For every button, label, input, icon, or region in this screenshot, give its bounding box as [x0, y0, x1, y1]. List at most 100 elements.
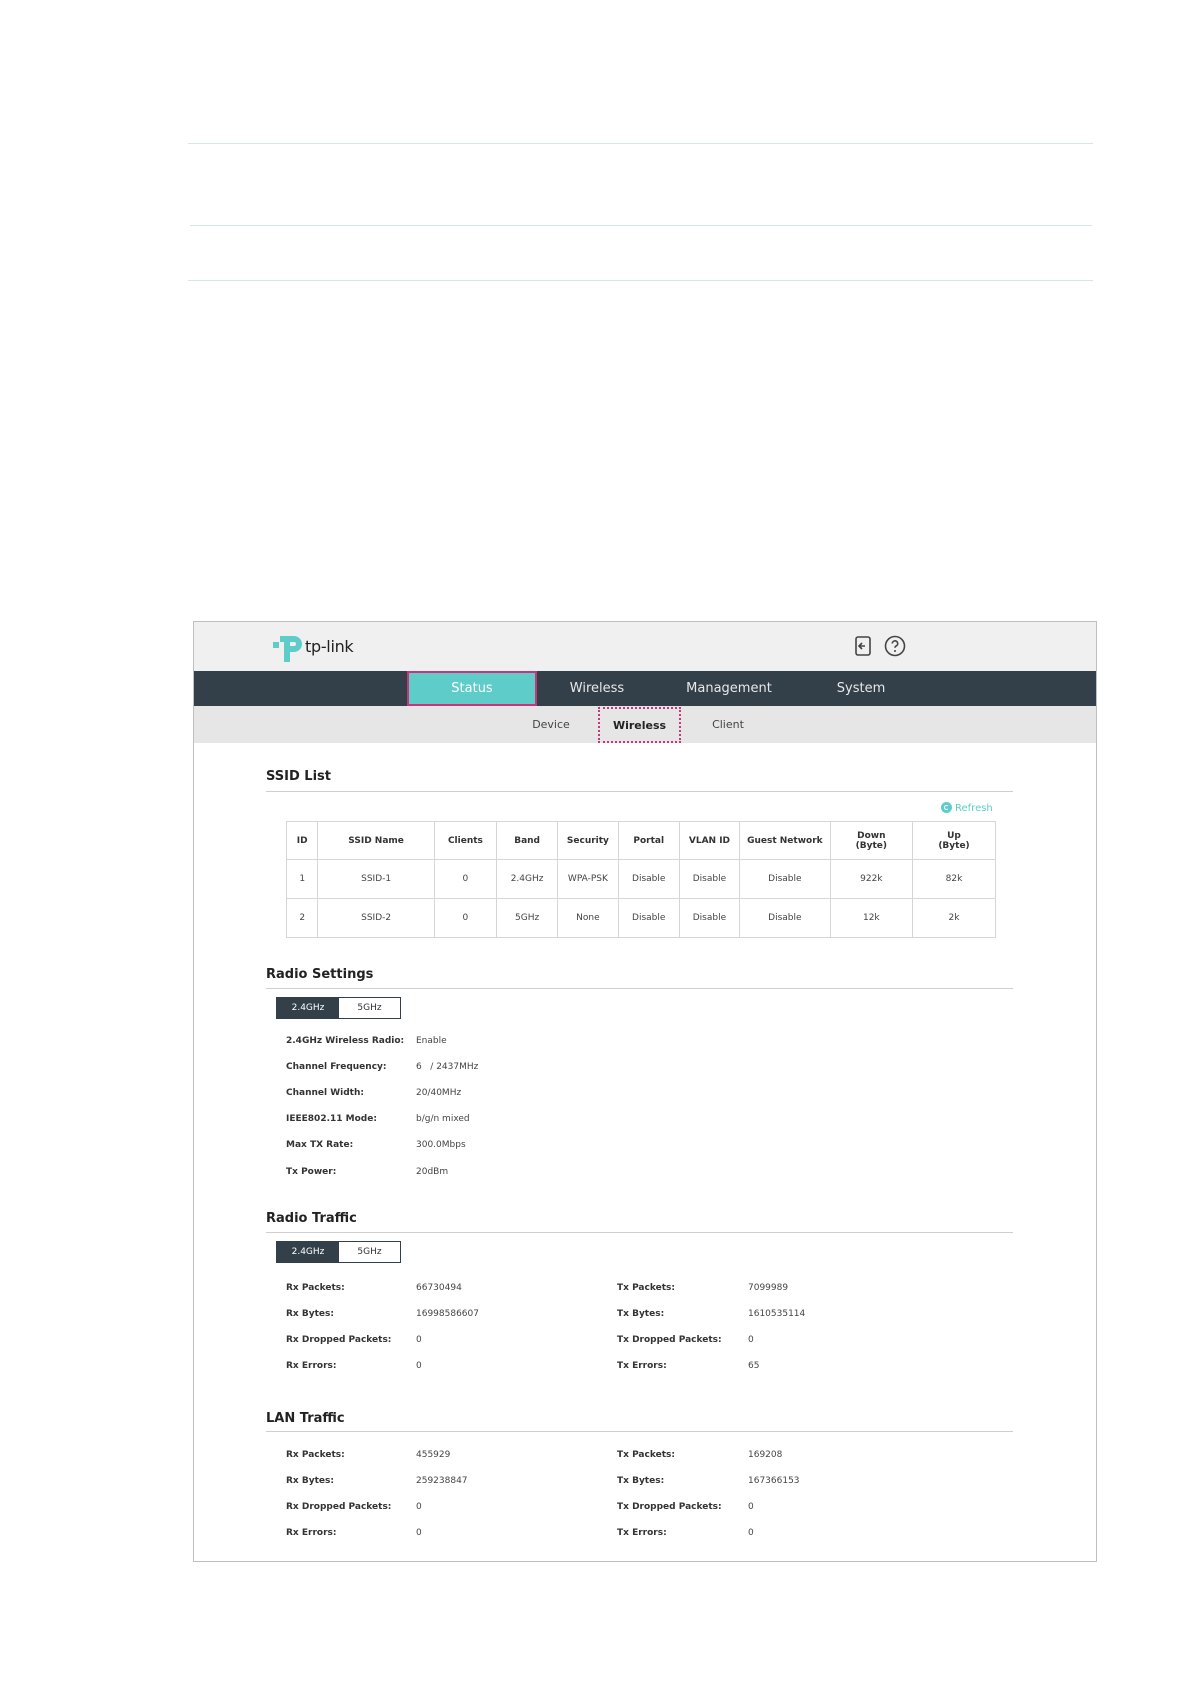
radio-traffic-band-tabs: 2.4GHz 5GHz: [276, 1241, 401, 1263]
column-header: SSID Name: [317, 821, 435, 860]
table-cell: None: [557, 898, 619, 938]
table-cell: 0: [433, 898, 498, 938]
field-value: Enable: [416, 1036, 447, 1046]
radio-settings-band-tabs: 2.4GHz 5GHz: [276, 997, 401, 1019]
table-cell: 2k: [911, 898, 997, 938]
field-value: b/g/n mixed: [416, 1114, 470, 1124]
field-label: Channel Frequency:: [286, 1062, 387, 1072]
table-header-row: ID SSID Name Clients Band Security Porta…: [285, 821, 997, 860]
tx-label: Tx Dropped Packets:: [617, 1502, 722, 1512]
radio-settings-title: Radio Settings: [266, 967, 374, 982]
tx-label: Tx Bytes:: [617, 1476, 665, 1486]
table-cell: SSID-2: [317, 898, 435, 938]
table-cell: 82k: [911, 859, 997, 899]
main-nav: Status Wireless Management System: [194, 671, 1096, 706]
band-tab-5ghz[interactable]: 5GHz: [339, 998, 400, 1018]
section-divider: [266, 791, 1013, 792]
ssid-table: ID SSID Name Clients Band Security Porta…: [285, 821, 997, 938]
radio-traffic-title: Radio Traffic: [266, 1211, 357, 1226]
rx-label: Rx Errors:: [286, 1528, 337, 1538]
field-label: Tx Power:: [286, 1167, 337, 1177]
nav-tab-system[interactable]: System: [806, 671, 916, 706]
nav-tab-status[interactable]: Status: [407, 671, 537, 706]
document-rule: [190, 225, 1092, 226]
rx-value: 455929: [416, 1450, 451, 1460]
logo-text: tp-link: [305, 637, 354, 656]
column-header: Guest Network: [739, 821, 831, 860]
rx-label: Rx Dropped Packets:: [286, 1335, 392, 1345]
nav-tab-management[interactable]: Management: [654, 671, 804, 706]
field-label: IEEE802.11 Mode:: [286, 1114, 377, 1124]
tx-value: 0: [748, 1528, 754, 1538]
section-divider: [266, 1232, 1013, 1233]
column-header: Down (Byte): [829, 821, 913, 860]
table-cell: 2: [285, 898, 319, 938]
nav-tab-wireless[interactable]: Wireless: [542, 671, 652, 706]
sub-nav: Device Wireless Client: [194, 706, 1096, 743]
refresh-icon: [941, 802, 952, 813]
help-icon[interactable]: [883, 634, 907, 658]
subnav-tab-device[interactable]: Device: [511, 706, 591, 743]
column-header: VLAN ID: [678, 821, 741, 860]
logout-icon[interactable]: [851, 634, 875, 658]
tx-label: Tx Bytes:: [617, 1309, 665, 1319]
field-value: 20/40MHz: [416, 1088, 462, 1098]
rx-label: Rx Bytes:: [286, 1309, 334, 1319]
rx-label: Rx Dropped Packets:: [286, 1502, 392, 1512]
refresh-label: Refresh: [955, 803, 993, 814]
table-cell: 0: [433, 859, 498, 899]
table-cell: 12k: [829, 898, 913, 938]
rx-value: 66730494: [416, 1283, 462, 1293]
refresh-button[interactable]: Refresh: [941, 802, 993, 814]
table-cell: 2.4GHz: [496, 859, 559, 899]
field-value: 300.0Mbps: [416, 1140, 466, 1150]
ssid-list-title: SSID List: [266, 769, 331, 784]
tp-link-logo-icon: [273, 636, 302, 662]
column-header: Band: [496, 821, 559, 860]
table-cell: 5GHz: [496, 898, 559, 938]
column-header: ID: [285, 821, 319, 860]
document-rule: [188, 280, 1093, 281]
rx-value: 0: [416, 1335, 422, 1345]
table-cell: 922k: [829, 859, 913, 899]
document-rule: [188, 143, 1093, 144]
section-divider: [266, 988, 1013, 989]
table-cell: Disable: [739, 898, 831, 938]
field-label: 2.4GHz Wireless Radio:: [286, 1036, 405, 1046]
band-tab-2-4ghz[interactable]: 2.4GHz: [277, 1242, 339, 1262]
tx-label: Tx Packets:: [617, 1450, 675, 1460]
table-cell: 1: [285, 859, 319, 899]
rx-value: 259238847: [416, 1476, 468, 1486]
table-row: 2 SSID-2 0 5GHz None Disable Disable Dis…: [285, 898, 997, 938]
rx-value: 16998586607: [416, 1309, 479, 1319]
column-header: Up (Byte): [911, 821, 997, 860]
section-divider: [266, 1431, 1013, 1432]
rx-value: 0: [416, 1361, 422, 1371]
tx-value: 0: [748, 1502, 754, 1512]
tx-label: Tx Errors:: [617, 1361, 667, 1371]
rx-value: 0: [416, 1528, 422, 1538]
tx-value: 65: [748, 1361, 760, 1371]
column-header: Clients: [433, 821, 498, 860]
field-value: 6 / 2437MHz: [416, 1062, 479, 1072]
table-cell: Disable: [678, 898, 741, 938]
field-value: 20dBm: [416, 1167, 449, 1177]
field-label: Channel Width:: [286, 1088, 364, 1098]
rx-label: Rx Errors:: [286, 1361, 337, 1371]
column-header: Security: [557, 821, 619, 860]
screenshot-frame: tp-link Status Wireless Management Syste…: [193, 621, 1097, 1562]
lan-traffic-title: LAN Traffic: [266, 1411, 345, 1426]
subnav-tab-wireless[interactable]: Wireless: [598, 707, 681, 743]
table-cell: Disable: [678, 859, 741, 899]
band-tab-2-4ghz[interactable]: 2.4GHz: [277, 998, 339, 1018]
table-cell: Disable: [617, 859, 680, 899]
table-row: 1 SSID-1 0 2.4GHz WPA-PSK Disable Disabl…: [285, 859, 997, 899]
rx-label: Rx Packets:: [286, 1450, 345, 1460]
table-cell: WPA-PSK: [557, 859, 619, 899]
table-cell: SSID-1: [317, 859, 435, 899]
band-tab-5ghz[interactable]: 5GHz: [339, 1242, 400, 1262]
tx-value: 7099989: [748, 1283, 789, 1293]
subnav-tab-client[interactable]: Client: [688, 706, 768, 743]
top-bar: tp-link: [194, 622, 1096, 671]
tx-value: 169208: [748, 1450, 783, 1460]
